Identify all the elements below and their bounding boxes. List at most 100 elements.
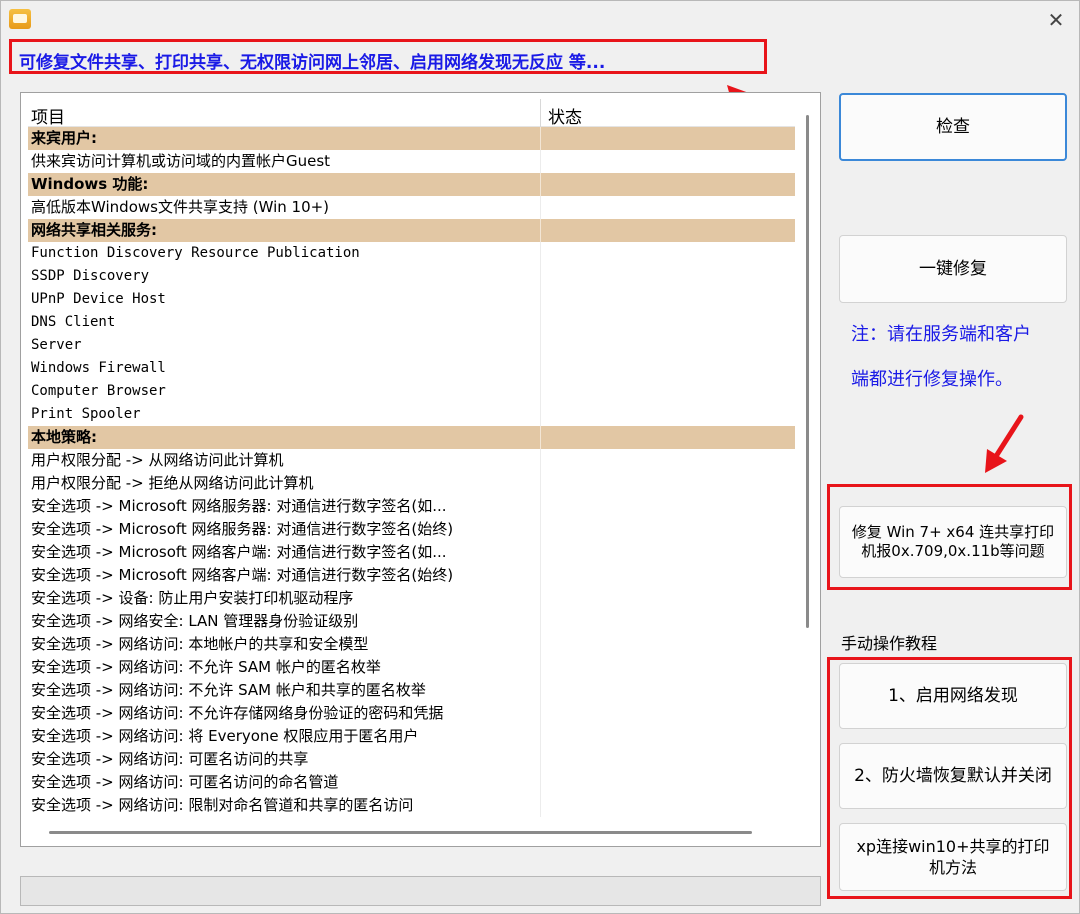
column-divider bbox=[540, 403, 541, 426]
list-item-label: Server bbox=[31, 337, 82, 353]
banner-text: 可修复文件共享、打印共享、无权限访问网上邻居、启用网络发现无反应 等... bbox=[19, 53, 606, 73]
column-divider bbox=[540, 426, 541, 449]
list-item-label: 网络共享相关服务: bbox=[31, 221, 157, 239]
column-divider bbox=[540, 242, 541, 265]
category-row[interactable]: Windows 功能: bbox=[28, 173, 795, 196]
list-item[interactable]: DNS Client bbox=[28, 311, 795, 334]
list-item-label: 安全选项 -> 网络访问: 本地帐户的共享和安全模型 bbox=[31, 635, 369, 653]
list-item[interactable]: 安全选项 -> 网络访问: 不允许 SAM 帐户的匿名枚举 bbox=[28, 656, 795, 679]
list-item[interactable]: 高低版本Windows文件共享支持 (Win 10+) bbox=[28, 196, 795, 219]
list-item[interactable]: 安全选项 -> 网络访问: 本地帐户的共享和安全模型 bbox=[28, 633, 795, 656]
list-item-label: Print Spooler bbox=[31, 406, 141, 422]
list-item-label: 安全选项 -> Microsoft 网络客户端: 对通信进行数字签名(如... bbox=[31, 543, 447, 561]
list-item-label: 安全选项 -> Microsoft 网络服务器: 对通信进行数字签名(如... bbox=[31, 497, 447, 515]
list-item[interactable]: Function Discovery Resource Publication bbox=[28, 242, 795, 265]
column-divider bbox=[540, 150, 541, 173]
list-item[interactable]: 安全选项 -> 设备: 防止用户安装打印机驱动程序 bbox=[28, 587, 795, 610]
list-item-label: 安全选项 -> 网络安全: LAN 管理器身份验证级别 bbox=[31, 612, 359, 630]
app-icon bbox=[9, 9, 31, 29]
list-item[interactable]: 安全选项 -> Microsoft 网络客户端: 对通信进行数字签名(始终) bbox=[28, 564, 795, 587]
column-divider bbox=[540, 265, 541, 288]
column-header-status[interactable]: 状态 bbox=[548, 103, 582, 128]
list-item-label: Computer Browser bbox=[31, 383, 166, 399]
list-item[interactable]: 安全选项 -> 网络访问: 可匿名访问的共享 bbox=[28, 748, 795, 771]
column-divider bbox=[540, 357, 541, 380]
list-item[interactable]: 安全选项 -> Microsoft 网络服务器: 对通信进行数字签名(如... bbox=[28, 495, 795, 518]
column-divider bbox=[540, 472, 541, 495]
list-item[interactable]: 用户权限分配 -> 从网络访问此计算机 bbox=[28, 449, 795, 472]
list-item[interactable]: 安全选项 -> 网络安全: LAN 管理器身份验证级别 bbox=[28, 610, 795, 633]
list-item[interactable]: Server bbox=[28, 334, 795, 357]
list-item[interactable]: UPnP Device Host bbox=[28, 288, 795, 311]
list-item-label: 用户权限分配 -> 拒绝从网络访问此计算机 bbox=[31, 474, 314, 492]
note-line-2: 端都进行修复操作。 bbox=[851, 369, 1013, 390]
list-item[interactable]: 安全选项 -> Microsoft 网络服务器: 对通信进行数字签名(始终) bbox=[28, 518, 795, 541]
list-item-label: 安全选项 -> 网络访问: 不允许 SAM 帐户和共享的匿名枚举 bbox=[31, 681, 426, 699]
list-item[interactable]: 安全选项 -> 网络访问: 不允许存储网络身份验证的密码和凭据 bbox=[28, 702, 795, 725]
list-item-label: SSDP Discovery bbox=[31, 268, 150, 284]
list-item-label: 本地策略: bbox=[31, 428, 97, 446]
list-item-label: 来宾用户: bbox=[31, 129, 97, 147]
category-row[interactable]: 来宾用户: bbox=[28, 127, 795, 150]
column-divider bbox=[540, 794, 541, 817]
list-item-label: DNS Client bbox=[31, 314, 116, 330]
status-bar bbox=[20, 876, 821, 906]
list-item[interactable]: 安全选项 -> 网络访问: 限制对命名管道和共享的匿名访问 bbox=[28, 794, 795, 817]
list-item[interactable]: Computer Browser bbox=[28, 380, 795, 403]
column-divider bbox=[540, 288, 541, 311]
column-divider bbox=[540, 725, 541, 748]
category-row[interactable]: 网络共享相关服务: bbox=[28, 219, 795, 242]
close-button[interactable]: ✕ bbox=[1041, 7, 1071, 33]
list-item-label: 高低版本Windows文件共享支持 (Win 10+) bbox=[31, 198, 330, 216]
list-item-label: 安全选项 -> 网络访问: 不允许 SAM 帐户的匿名枚举 bbox=[31, 658, 381, 676]
items-list[interactable]: 项目 状态 来宾用户: 供来宾访问计算机或访问域的内置帐户Guest Windows… bbox=[20, 92, 821, 847]
list-item[interactable]: 供来宾访问计算机或访问域的内置帐户Guest bbox=[28, 150, 795, 173]
list-item-label: Windows Firewall bbox=[31, 360, 166, 376]
list-item[interactable]: SSDP Discovery bbox=[28, 265, 795, 288]
column-header-item[interactable]: 项目 bbox=[31, 103, 65, 128]
category-row[interactable]: 本地策略: bbox=[28, 426, 795, 449]
column-divider bbox=[540, 196, 541, 219]
column-divider bbox=[540, 449, 541, 472]
list-item-label: 供来宾访问计算机或访问域的内置帐户Guest bbox=[31, 152, 331, 170]
one-click-fix-button[interactable]: 一键修复 bbox=[839, 235, 1067, 303]
list-item[interactable]: 安全选项 -> 网络访问: 可匿名访问的命名管道 bbox=[28, 771, 795, 794]
list-item-label: Function Discovery Resource Publication bbox=[31, 245, 360, 261]
column-divider bbox=[540, 495, 541, 518]
list-item[interactable]: Print Spooler bbox=[28, 403, 795, 426]
list-header: 项目 状态 bbox=[28, 99, 795, 128]
firewall-reset-button[interactable]: 2、防火墙恢复默认并关闭 bbox=[839, 743, 1067, 809]
enable-network-discovery-button[interactable]: 1、启用网络发现 bbox=[839, 663, 1067, 729]
fix-printer-error-button[interactable]: 修复 Win 7+ x64 连共享打印机报0x.709,0x.11b等问题 bbox=[839, 506, 1067, 578]
list-item-label: 安全选项 -> 网络访问: 可匿名访问的共享 bbox=[31, 750, 309, 768]
column-divider bbox=[540, 610, 541, 633]
list-item-label: Windows 功能: bbox=[31, 175, 149, 193]
vertical-scrollbar[interactable] bbox=[806, 115, 809, 628]
column-divider bbox=[540, 702, 541, 725]
check-button[interactable]: 检查 bbox=[839, 93, 1067, 161]
column-divider bbox=[540, 334, 541, 357]
horizontal-scrollbar[interactable] bbox=[49, 831, 752, 834]
column-divider bbox=[540, 127, 541, 150]
list-item-label: 安全选项 -> Microsoft 网络客户端: 对通信进行数字签名(始终) bbox=[31, 566, 454, 584]
list-item[interactable]: 安全选项 -> 网络访问: 不允许 SAM 帐户和共享的匿名枚举 bbox=[28, 679, 795, 702]
manual-tutorial-label: 手动操作教程 bbox=[841, 634, 938, 653]
column-divider bbox=[540, 564, 541, 587]
list-item[interactable]: 安全选项 -> 网络访问: 将 Everyone 权限应用于匿名用户 bbox=[28, 725, 795, 748]
column-divider bbox=[540, 656, 541, 679]
list-item[interactable]: Windows Firewall bbox=[28, 357, 795, 380]
column-divider bbox=[540, 633, 541, 656]
column-divider bbox=[540, 587, 541, 610]
list-item-label: 安全选项 -> 网络访问: 不允许存储网络身份验证的密码和凭据 bbox=[31, 704, 444, 722]
column-divider bbox=[540, 679, 541, 702]
xp-connect-printer-button[interactable]: xp连接win10+共享的打印机方法 bbox=[839, 823, 1067, 891]
column-divider bbox=[540, 771, 541, 794]
column-divider bbox=[540, 219, 541, 242]
list-item-label: 安全选项 -> 网络访问: 限制对命名管道和共享的匿名访问 bbox=[31, 796, 414, 814]
arrow-icon bbox=[985, 414, 1024, 473]
list-item-label: 用户权限分配 -> 从网络访问此计算机 bbox=[31, 451, 284, 469]
list-item[interactable]: 用户权限分配 -> 拒绝从网络访问此计算机 bbox=[28, 472, 795, 495]
note-line-1: 注：请在服务端和客户 bbox=[851, 324, 1031, 345]
list-item[interactable]: 安全选项 -> Microsoft 网络客户端: 对通信进行数字签名(如... bbox=[28, 541, 795, 564]
column-divider bbox=[540, 99, 541, 127]
